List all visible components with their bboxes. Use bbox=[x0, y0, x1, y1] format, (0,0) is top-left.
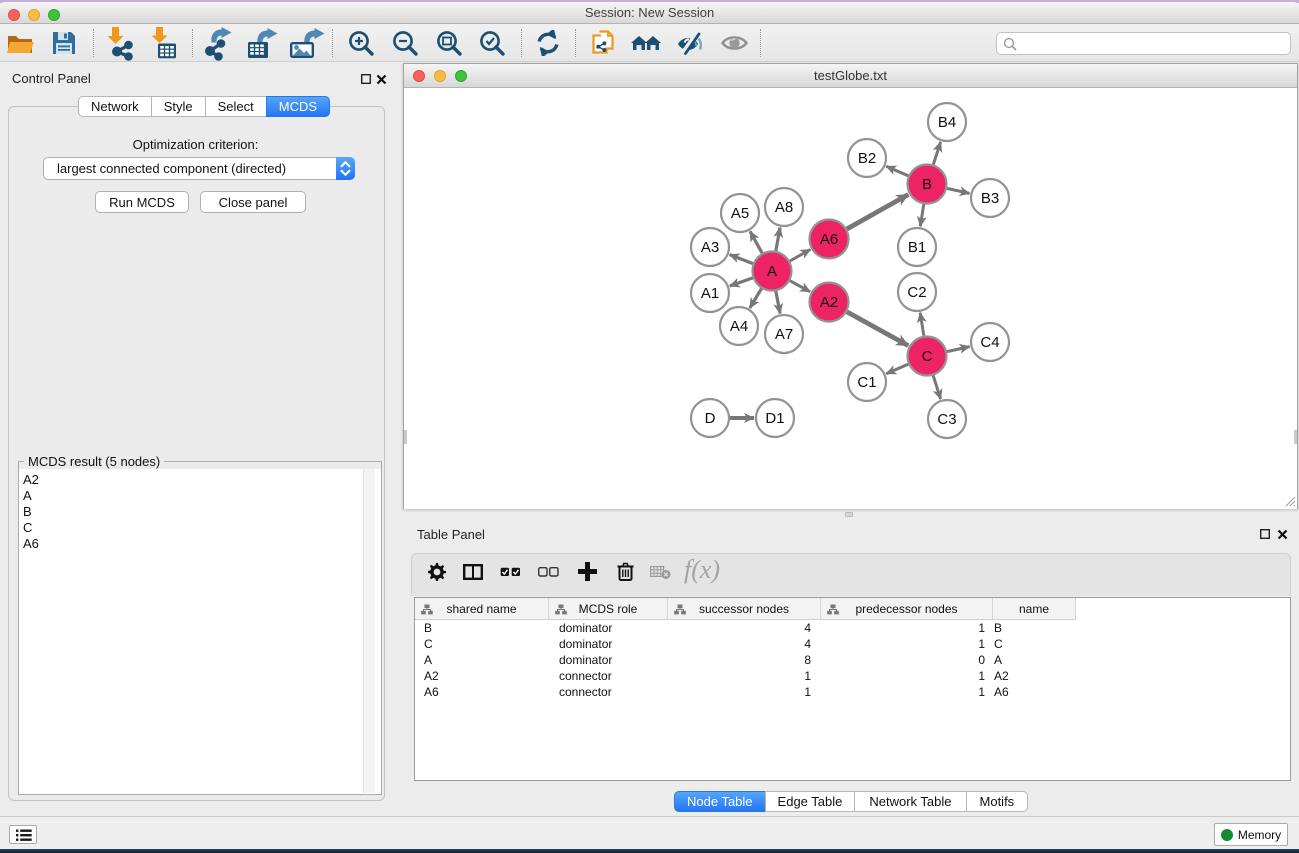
svg-text:B4: B4 bbox=[938, 114, 956, 131]
svg-text:D: D bbox=[705, 410, 716, 427]
svg-text:B: B bbox=[922, 176, 932, 193]
svg-text:C: C bbox=[922, 348, 933, 365]
svg-text:C4: C4 bbox=[980, 334, 999, 351]
svg-text:B1: B1 bbox=[908, 239, 926, 256]
svg-text:A3: A3 bbox=[701, 239, 719, 256]
svg-text:A5: A5 bbox=[731, 205, 749, 222]
svg-text:A6: A6 bbox=[820, 231, 838, 248]
svg-text:A1: A1 bbox=[701, 285, 719, 302]
svg-text:B2: B2 bbox=[858, 150, 876, 167]
svg-text:A: A bbox=[767, 263, 777, 280]
svg-text:A8: A8 bbox=[775, 199, 793, 216]
svg-text:A4: A4 bbox=[730, 318, 748, 335]
svg-text:C1: C1 bbox=[857, 374, 876, 391]
svg-text:D1: D1 bbox=[765, 410, 784, 427]
svg-text:A7: A7 bbox=[775, 326, 793, 343]
svg-text:C3: C3 bbox=[937, 411, 956, 428]
svg-text:A2: A2 bbox=[820, 294, 838, 311]
svg-text:C2: C2 bbox=[907, 284, 926, 301]
svg-text:B3: B3 bbox=[981, 190, 999, 207]
